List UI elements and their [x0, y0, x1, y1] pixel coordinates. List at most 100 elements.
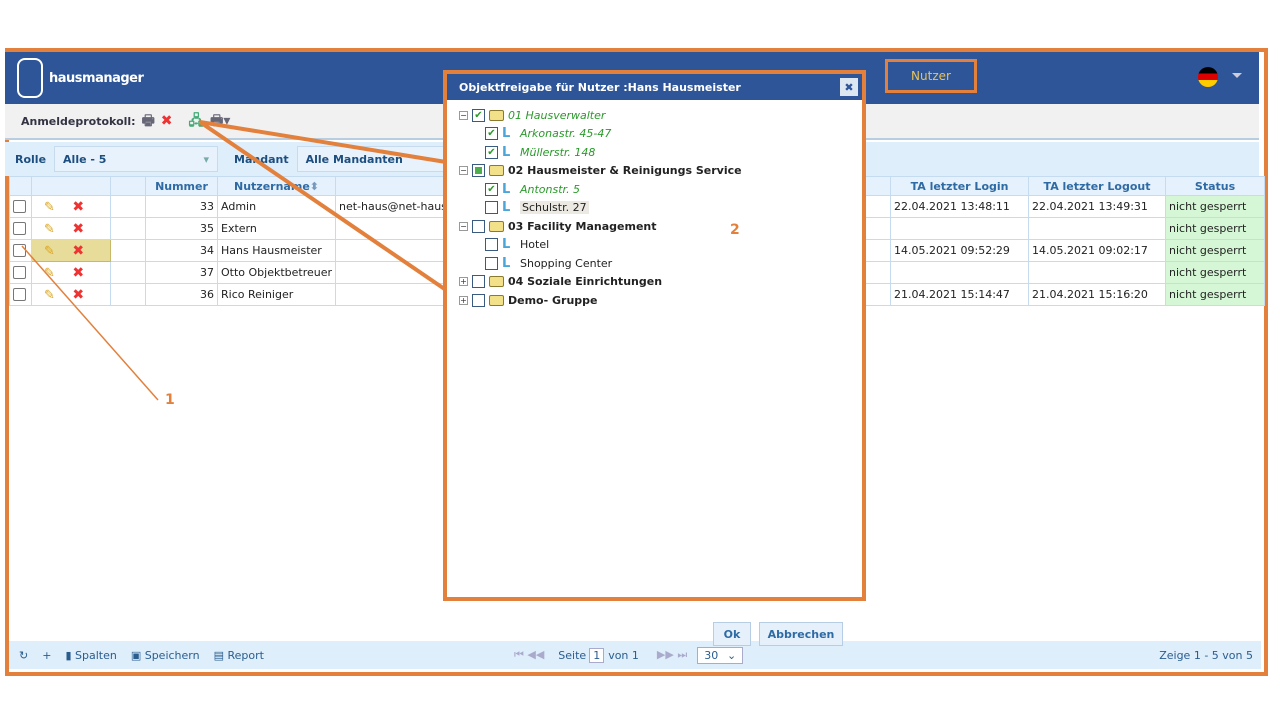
cell-logout: 21.04.2021 15:16:20 [1028, 283, 1167, 306]
cell-name: Admin [216, 195, 337, 218]
row-checkbox[interactable] [9, 239, 32, 262]
object-permissions-icon[interactable]: 🖧 [189, 114, 205, 128]
logo[interactable]: hausmanager [17, 58, 144, 98]
row-checkbox[interactable] [9, 283, 32, 306]
tree-checkbox[interactable]: ✔ [485, 127, 498, 141]
tree-node-label: Arkonastr. 45-47 [520, 127, 612, 141]
cell-name: Hans Hausmeister [216, 239, 337, 262]
cell-status: nicht gesperrt [1165, 217, 1266, 240]
collapse-icon[interactable]: − [459, 166, 468, 176]
cell-nummer: 36 [145, 283, 218, 306]
delete-icon[interactable]: ✖ [161, 114, 173, 128]
save-button[interactable]: ▣ Speichern [131, 649, 200, 662]
report-button[interactable]: ▤ Report [214, 649, 264, 662]
col-status[interactable]: Status [1165, 176, 1266, 196]
tree-checkbox[interactable] [472, 275, 485, 289]
cell-status: nicht gesperrt [1165, 239, 1266, 262]
tree-checkbox[interactable]: ✔ [485, 182, 498, 196]
ok-button[interactable]: Ok [713, 622, 751, 646]
building-icon: L [502, 200, 511, 216]
annotation-1: 1 [165, 392, 175, 408]
tree-checkbox[interactable] [485, 256, 498, 270]
cancel-button[interactable]: Abbrechen [759, 622, 843, 646]
edit-icon[interactable]: ✎ [44, 200, 55, 215]
tree-checkbox[interactable]: ✔ [472, 108, 485, 122]
delete-icon[interactable]: ✖ [72, 221, 84, 237]
cell-name: Extern [216, 217, 337, 240]
page-summary: Zeige 1 - 5 von 5 [1159, 648, 1253, 662]
client-select[interactable]: Alle Mandanten [296, 146, 457, 172]
print-menu-icon[interactable]: 🖶▾ [210, 114, 230, 128]
first-page-icon[interactable]: ⏮ ◀◀ [514, 648, 544, 662]
tree-node[interactable]: − 03 Facility Management [459, 217, 862, 236]
delete-icon[interactable]: ✖ [72, 243, 84, 259]
last-page-icon[interactable]: ▶▶ ⏭ [657, 648, 687, 662]
close-icon[interactable]: ✖ [840, 78, 858, 96]
tree-node-label: Shopping Center [520, 256, 613, 270]
columns-button[interactable]: ▮ Spalten [65, 649, 116, 662]
role-select[interactable]: Alle - 5 ▾ [54, 146, 219, 172]
edit-icon[interactable]: ✎ [44, 288, 55, 303]
tree-checkbox[interactable] [485, 238, 498, 252]
col-nutzername[interactable]: Nutzername⬍ [216, 176, 337, 196]
tree-node-label: Demo- Gruppe [508, 293, 598, 307]
cell-nummer: 34 [145, 239, 218, 262]
nav-nutzer[interactable]: Nutzer [885, 59, 977, 93]
cell-nummer: 37 [145, 261, 218, 284]
col-logout[interactable]: TA letzter Logout [1028, 176, 1167, 196]
tree-checkbox[interactable] [485, 201, 498, 215]
delete-icon[interactable]: ✖ [72, 199, 84, 215]
row-checkbox[interactable] [9, 195, 32, 218]
cell-name: Rico Reiniger [216, 283, 337, 306]
toolbar-label: Anmeldeprotokoll: [21, 114, 136, 128]
delete-icon[interactable]: ✖ [72, 265, 84, 281]
cell-status: nicht gesperrt [1165, 283, 1266, 306]
tree-node-label: Müllerstr. 148 [520, 145, 596, 159]
row-checkbox[interactable] [9, 261, 32, 284]
collapse-icon[interactable]: − [459, 110, 468, 120]
col-login[interactable]: TA letzter Login [890, 176, 1030, 196]
expand-icon[interactable]: + [459, 277, 468, 287]
tree-node[interactable]: − 02 Hausmeister & Reinigungs Service [459, 162, 862, 181]
folder-icon [489, 109, 504, 121]
tree-node[interactable]: − ✔ 01 Hausverwalter [459, 106, 862, 125]
edit-icon[interactable]: ✎ [44, 244, 55, 259]
tree-node[interactable]: L Hotel [459, 236, 862, 255]
refresh-icon[interactable]: ↻ [19, 649, 28, 662]
object-permission-dialog: Objektfreigabe für Nutzer :Hans Hausmeis… [443, 70, 866, 646]
print-icon[interactable]: 🖶 [142, 114, 155, 128]
tree-checkbox[interactable]: ✔ [485, 145, 498, 159]
tree-node[interactable]: ✔ L Müllerstr. 148 [459, 143, 862, 162]
row-actions: ✎ ✖ [31, 261, 111, 284]
collapse-icon[interactable]: − [459, 221, 468, 231]
page-label: Seite [558, 648, 587, 662]
tree-checkbox[interactable] [472, 293, 485, 307]
logo-icon [17, 58, 43, 98]
language-dropdown-icon[interactable] [1232, 73, 1242, 83]
tree-node[interactable]: L Shopping Center [459, 254, 862, 273]
annotation-2: 2 [730, 222, 740, 238]
edit-icon[interactable]: ✎ [44, 266, 55, 281]
row-actions: ✎ ✖ [31, 195, 111, 218]
tree-node[interactable]: +04 Soziale Einrichtungen [459, 273, 862, 292]
page-size-select[interactable]: 30 ⌄ [697, 646, 744, 664]
row-checkbox[interactable] [9, 217, 32, 240]
tree-checkbox[interactable] [472, 219, 485, 233]
tree-node[interactable]: ✔ L Arkonastr. 45-47 [459, 125, 862, 144]
folder-icon [489, 220, 504, 232]
add-icon[interactable]: + [42, 649, 51, 662]
edit-icon[interactable]: ✎ [44, 222, 55, 237]
expand-icon[interactable]: + [459, 295, 468, 305]
page-input[interactable]: 1 [589, 647, 605, 663]
building-icon: L [502, 126, 511, 142]
building-icon: L [502, 237, 511, 253]
delete-icon[interactable]: ✖ [72, 287, 84, 303]
cell-logout [1028, 261, 1167, 284]
tree-checkbox[interactable] [472, 164, 485, 178]
tree-node[interactable]: L Schulstr. 27 [459, 199, 862, 218]
tree-node[interactable]: + Demo- Gruppe [459, 291, 862, 310]
german-flag-icon[interactable] [1198, 67, 1218, 87]
tree-node-label: Schulstr. 27 [520, 201, 589, 215]
tree-node[interactable]: ✔ L Antonstr. 5 [459, 180, 862, 199]
col-nummer[interactable]: Nummer [145, 176, 218, 196]
